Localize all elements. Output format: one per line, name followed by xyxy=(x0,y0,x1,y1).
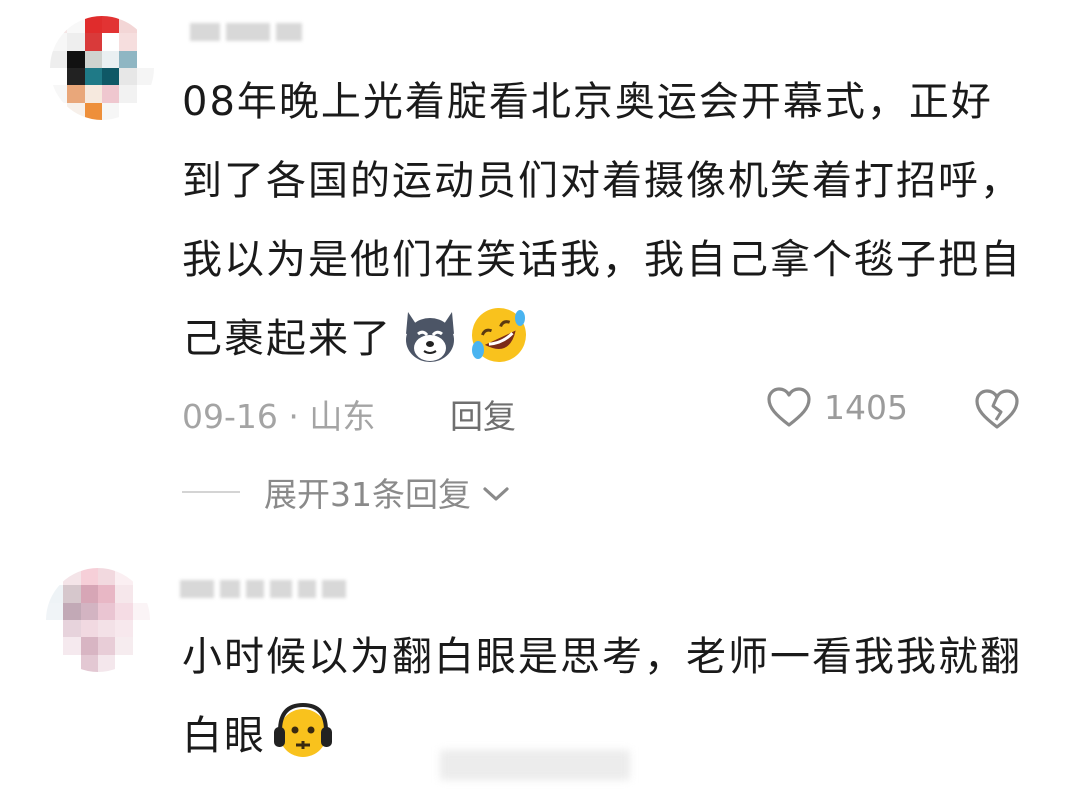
headphones-face-emoji xyxy=(274,702,332,757)
like-count: 1405 xyxy=(824,387,908,427)
comment-meta: 09-16 · 山东 回复 1405 xyxy=(182,384,1032,436)
comment-text: 08年晚上光着腚看北京奥运会开幕式，正好到了各国的运动员们对着摄像机笑着打招呼，… xyxy=(182,63,1022,379)
avatar[interactable] xyxy=(50,16,154,120)
heart-icon xyxy=(767,387,811,427)
username-blurred[interactable] xyxy=(190,22,302,42)
rolling-laughing-emoji xyxy=(472,308,526,362)
expand-replies-button[interactable]: 展开31条回复 xyxy=(182,470,511,514)
comment-item: 08年晚上光着腚看北京奥运会开幕式，正好到了各国的运动员们对着摄像机笑着打招呼，… xyxy=(0,0,1080,540)
like-button[interactable]: 1405 xyxy=(766,386,908,428)
comment-body: 08年晚上光着腚看北京奥运会开幕式，正好到了各国的运动员们对着摄像机笑着打招呼，… xyxy=(182,79,1022,362)
broken-heart-icon[interactable] xyxy=(974,388,1020,430)
expand-replies-label: 展开31条回复 xyxy=(264,475,471,514)
chevron-down-icon xyxy=(483,487,509,501)
date-location: 09-16 · 山东 xyxy=(182,397,376,436)
reply-button[interactable]: 回复 xyxy=(450,390,516,438)
comment-item: 小时候以为翻白眼是思考，老师一看我我就翻白眼 xyxy=(0,555,1080,790)
username-blurred[interactable] xyxy=(180,579,346,599)
blurred-region xyxy=(440,750,630,780)
avatar[interactable] xyxy=(46,568,150,672)
dog-face-emoji xyxy=(406,312,454,362)
divider-line xyxy=(182,491,240,493)
